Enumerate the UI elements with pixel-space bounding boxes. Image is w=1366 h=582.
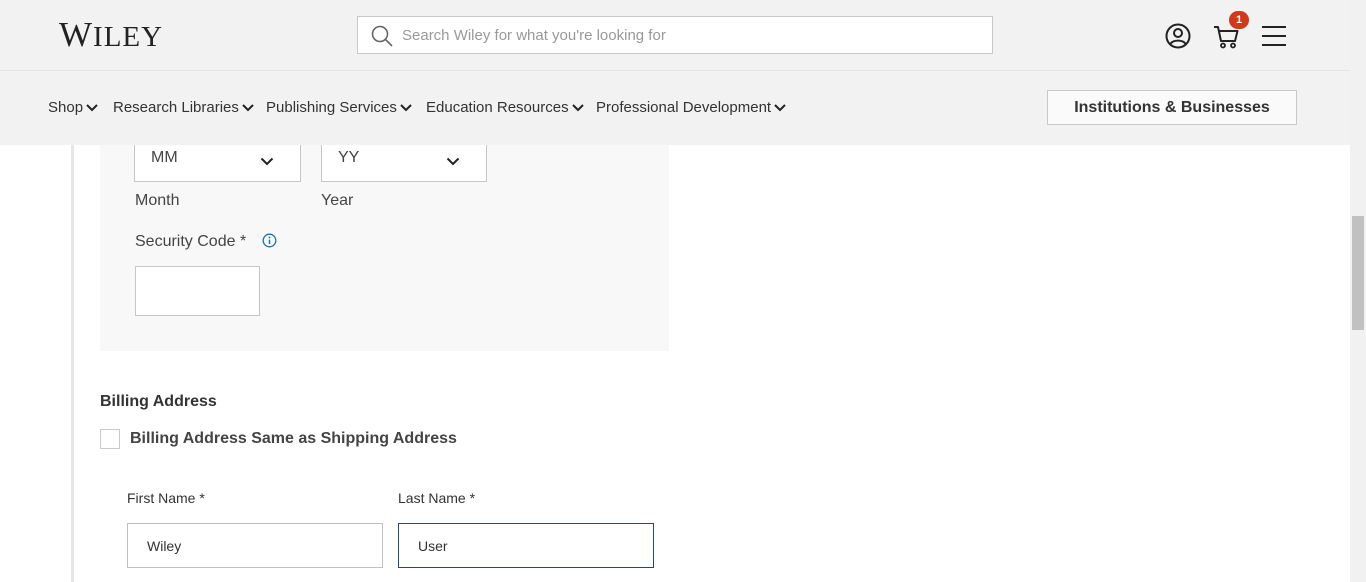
nav-item-label: Professional Development [596, 99, 772, 116]
nav-item-education-resources[interactable]: Education Resources [426, 99, 584, 117]
section-divider [71, 145, 74, 582]
menu-icon[interactable] [1260, 22, 1288, 50]
year-label: Year [321, 192, 354, 209]
same-as-shipping-label[interactable]: Billing Address Same as Shipping Address [130, 430, 457, 448]
account-icon[interactable] [1164, 22, 1192, 50]
institutions-businesses-button[interactable]: Institutions & Businesses [1047, 90, 1297, 125]
nav-item-professional-development[interactable]: Professional Development [596, 99, 786, 117]
first-name-label: First Name * [127, 490, 205, 506]
nav-item-label: Publishing Services [266, 99, 397, 116]
nav-item-label: Research Libraries [113, 99, 239, 116]
logo-rest: ILEY [93, 21, 164, 53]
last-name-input[interactable] [398, 523, 654, 568]
chevron-down-icon [242, 104, 254, 112]
expiry-year-select[interactable]: YY [321, 145, 487, 182]
search-input[interactable] [402, 17, 982, 53]
nav-item-label: Education Resources [426, 99, 569, 116]
info-icon[interactable] [262, 233, 277, 248]
security-code-label: Security Code * [135, 233, 247, 250]
nav-item-publishing-services[interactable]: Publishing Services [266, 99, 412, 117]
scrollbar-thumb[interactable] [1352, 216, 1364, 330]
chevron-down-icon [446, 157, 460, 166]
last-name-label: Last Name * [398, 490, 476, 506]
top-header: WILEY 1 [0, 0, 1350, 70]
logo-initial: W [59, 15, 94, 54]
nav-item-research-libraries[interactable]: Research Libraries [113, 99, 254, 117]
expiry-month-value: MM [151, 149, 178, 166]
chevron-down-icon [571, 104, 584, 112]
chevron-down-icon [86, 104, 98, 112]
same-as-shipping-checkbox[interactable] [100, 429, 120, 449]
search-icon[interactable] [370, 24, 394, 48]
first-name-input[interactable] [127, 523, 383, 568]
chevron-down-icon [400, 104, 412, 112]
chevron-down-icon [774, 104, 786, 112]
billing-address-heading: Billing Address [100, 393, 217, 410]
main-nav: Shop Research Libraries Publishing Servi… [0, 70, 1350, 145]
expiry-year-value: YY [338, 149, 360, 166]
search-box[interactable] [357, 16, 993, 54]
expiry-month-select[interactable]: MM [134, 145, 301, 182]
chevron-down-icon [260, 157, 274, 166]
wiley-logo[interactable]: WILEY [59, 17, 163, 55]
nav-item-label: Shop [48, 99, 84, 116]
month-label: Month [135, 192, 180, 209]
cart-count-badge: 1 [1229, 11, 1249, 29]
security-code-input[interactable] [135, 266, 260, 316]
nav-item-shop[interactable]: Shop [48, 99, 98, 117]
